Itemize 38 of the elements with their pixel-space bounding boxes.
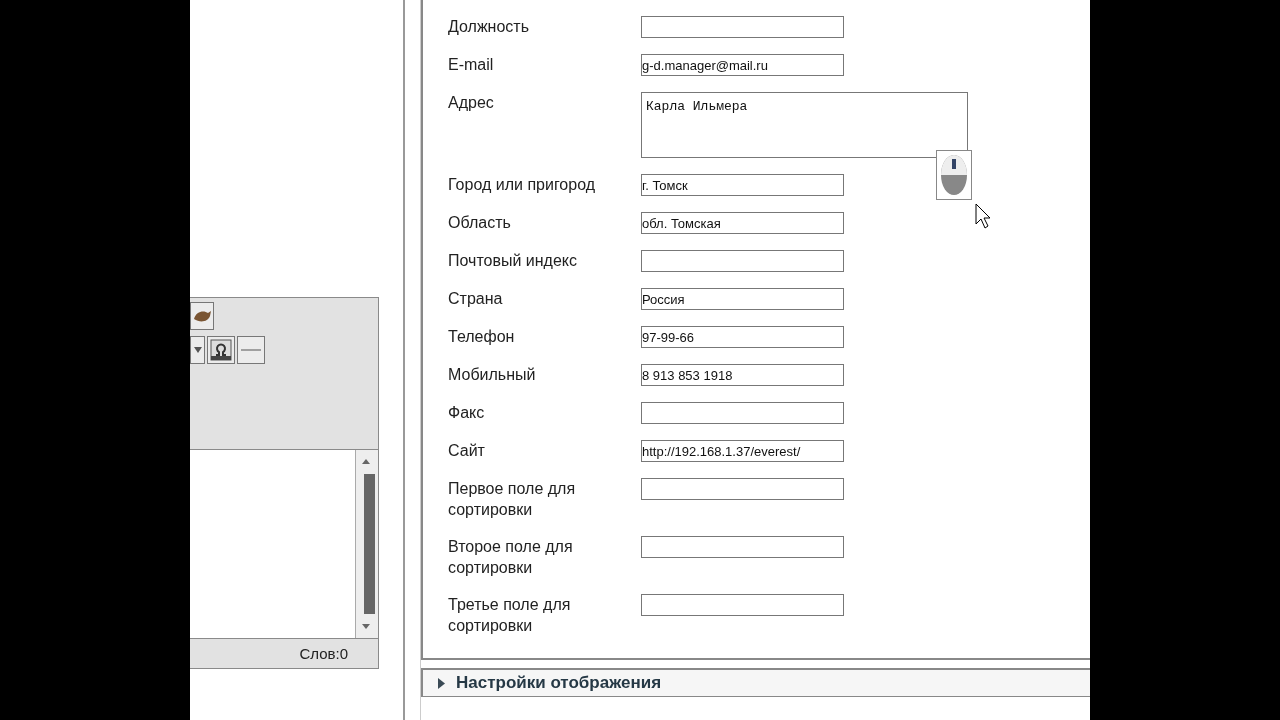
mouse-icon xyxy=(936,150,972,200)
editor-text-area[interactable] xyxy=(190,450,378,638)
input-field[interactable]: Россия xyxy=(641,288,844,310)
field-label: Адрес xyxy=(448,93,495,113)
input-field[interactable] xyxy=(641,402,844,424)
field-label: Сайт xyxy=(448,441,486,461)
field-label: Страна xyxy=(448,289,504,309)
field-label: E-mail xyxy=(448,55,495,75)
field-label: Второе поле для сортировки xyxy=(448,537,574,578)
input-field[interactable]: г. Томск xyxy=(641,174,844,196)
scrollbar-thumb[interactable] xyxy=(364,474,375,614)
section-header[interactable]: Настройки отображения xyxy=(421,668,1090,697)
field-label: Третье поле для сортировки xyxy=(448,595,572,636)
scrollbar[interactable] xyxy=(355,450,378,638)
omega-icon[interactable] xyxy=(207,336,235,364)
field-label: Город или пригород xyxy=(448,175,597,195)
cursor-icon xyxy=(975,203,991,229)
field-label: Область xyxy=(448,213,512,233)
word-count: Слов:0 xyxy=(299,645,348,662)
input-field[interactable]: http://192.168.1.37/everest/ xyxy=(641,440,844,462)
section-title: Настройки отображения xyxy=(456,673,662,693)
field-label: Мобильный xyxy=(448,365,537,385)
caret-right-icon xyxy=(437,677,446,689)
field-label: Почтовый индекс xyxy=(448,251,578,271)
address-field[interactable]: Карла Ильмера xyxy=(641,92,968,158)
input-field[interactable]: обл. Томская xyxy=(641,212,844,234)
field-label: Факс xyxy=(448,403,486,423)
input-field[interactable] xyxy=(641,536,844,558)
field-label: Телефон xyxy=(448,327,516,347)
input-field[interactable] xyxy=(641,16,844,38)
field-label: Должность xyxy=(448,17,530,37)
input-field[interactable]: 8 913 853 1918 xyxy=(641,364,844,386)
input-field[interactable] xyxy=(641,478,844,500)
input-field[interactable]: g-d.manager@mail.ru xyxy=(641,54,844,76)
input-field[interactable] xyxy=(641,594,844,616)
field-label: Первое поле для сортировки xyxy=(448,479,577,520)
input-field[interactable]: 97-99-66 xyxy=(641,326,844,348)
input-field[interactable] xyxy=(641,250,844,272)
